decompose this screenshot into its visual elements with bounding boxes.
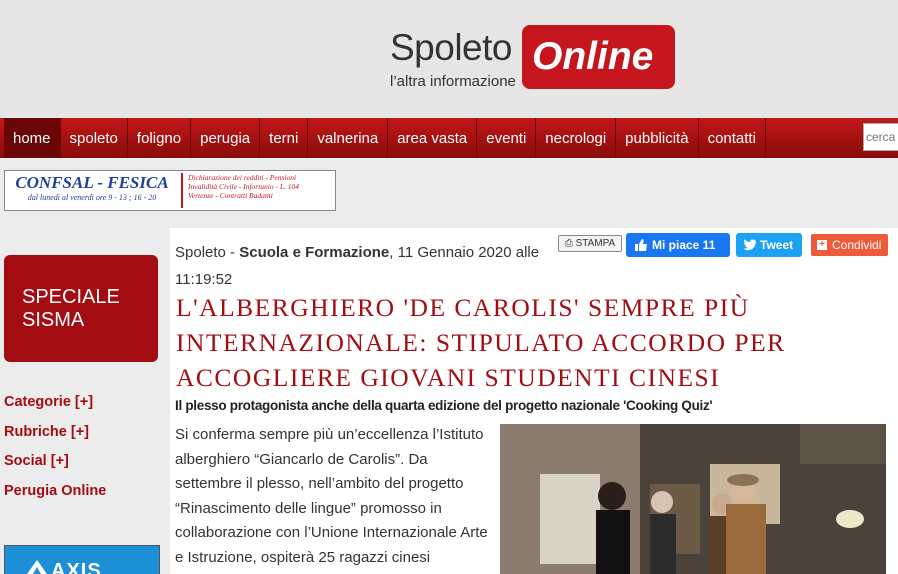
article-subtitle: Il plesso protagonista anche della quart… xyxy=(175,398,713,413)
search-input[interactable]: cerca xyxy=(863,123,898,151)
confsal-banner[interactable]: CONFSAL - FESICA dal lunedì al venerdì o… xyxy=(4,170,336,211)
nav-item-terni[interactable]: terni xyxy=(260,118,309,158)
nav-item-contatti[interactable]: contatti xyxy=(699,118,766,158)
sidebar-item-rubriche[interactable]: Rubriche [+] xyxy=(4,419,106,449)
article-title: L'ALBERGHIERO 'DE CAROLIS' SEMPRE PIÙ IN… xyxy=(176,293,786,392)
share-button[interactable]: + Condividi xyxy=(811,234,888,256)
nav-item-valnerina[interactable]: valnerina xyxy=(308,118,389,158)
article-body: Si conferma sempre più un’eccellenza l’I… xyxy=(175,426,488,566)
logo-box-text: Online xyxy=(532,35,654,78)
facebook-like-button[interactable]: Mi piace 11 xyxy=(626,233,730,257)
article-category[interactable]: Scuola e Formazione xyxy=(239,244,389,261)
axis-ad[interactable]: AXIS xyxy=(4,545,160,574)
nav-item-pubblicita[interactable]: pubblicità xyxy=(616,118,699,158)
banner-line: Dichiarazione dei redditi - Pensioni xyxy=(188,173,297,182)
tweet-button[interactable]: Tweet xyxy=(736,233,802,257)
nav-item-home[interactable]: home xyxy=(4,118,61,158)
like-label: Mi piace 11 xyxy=(652,238,716,252)
site-header: Spoleto Online l’altra informazione xyxy=(0,0,898,118)
site-logo[interactable]: Spoleto Online l’altra informazione xyxy=(388,25,680,93)
sidebar-item-social[interactable]: Social [+] xyxy=(4,448,106,478)
share-label: Condividi xyxy=(832,238,882,252)
speciale-sisma-label: SPECIALE SISMA xyxy=(22,286,120,331)
print-label: STAMPA xyxy=(575,238,616,249)
banner-line: Vertenze - Contratti Badanti xyxy=(188,191,273,200)
plus-icon: + xyxy=(817,240,827,250)
logo-tagline: l’altra informazione xyxy=(390,73,516,90)
article-time: 11:19:52 xyxy=(175,271,233,288)
article-city[interactable]: Spoleto xyxy=(175,244,226,261)
banner-line: Invalidità Civile - Infortunio - L. 104 xyxy=(188,182,300,191)
article-date: , 11 Gennaio 2020 alle xyxy=(389,244,540,261)
thumbs-up-icon xyxy=(635,239,647,251)
sidebar-item-perugia-online[interactable]: Perugia Online xyxy=(4,478,106,508)
banner-hours: dal lunedì al venerdì ore 9 - 13 ; 16 - … xyxy=(27,193,157,202)
tweet-label: Tweet xyxy=(760,238,794,252)
sidebar-links: Categorie [+] Rubriche [+] Social [+] Pe… xyxy=(4,389,106,507)
axis-logo-icon xyxy=(27,560,47,574)
nav-item-necrologi[interactable]: necrologi xyxy=(536,118,617,158)
nav-item-area-vasta[interactable]: area vasta xyxy=(388,118,478,158)
speciale-sisma-box[interactable]: SPECIALE SISMA xyxy=(4,255,158,362)
logo-word: Spoleto xyxy=(390,27,513,68)
article: Spoleto - Scuola e Formazione, 11 Gennai… xyxy=(170,228,898,574)
axis-label: AXIS xyxy=(51,560,102,574)
article-photo[interactable] xyxy=(500,424,886,574)
nav-item-spoleto[interactable]: spoleto xyxy=(61,118,128,158)
main-nav: home spoleto foligno perugia terni valne… xyxy=(0,118,898,158)
sidebar-item-categorie[interactable]: Categorie [+] xyxy=(4,389,106,419)
nav-item-perugia[interactable]: perugia xyxy=(191,118,261,158)
banner-brand: CONFSAL - FESICA xyxy=(15,173,169,192)
photo-scene xyxy=(500,424,886,574)
banner-brand-block: CONFSAL - FESICA dal lunedì al venerdì o… xyxy=(7,173,177,208)
print-button[interactable]: ⎙ STAMPA xyxy=(558,235,622,252)
nav-item-foligno[interactable]: foligno xyxy=(128,118,192,158)
printer-icon: ⎙ xyxy=(564,238,573,249)
logo-box: Online xyxy=(522,25,675,89)
nav-item-eventi[interactable]: eventi xyxy=(477,118,537,158)
twitter-bird-icon xyxy=(743,239,756,251)
banner-services: Dichiarazione dei redditi - Pensioni Inv… xyxy=(181,173,333,208)
